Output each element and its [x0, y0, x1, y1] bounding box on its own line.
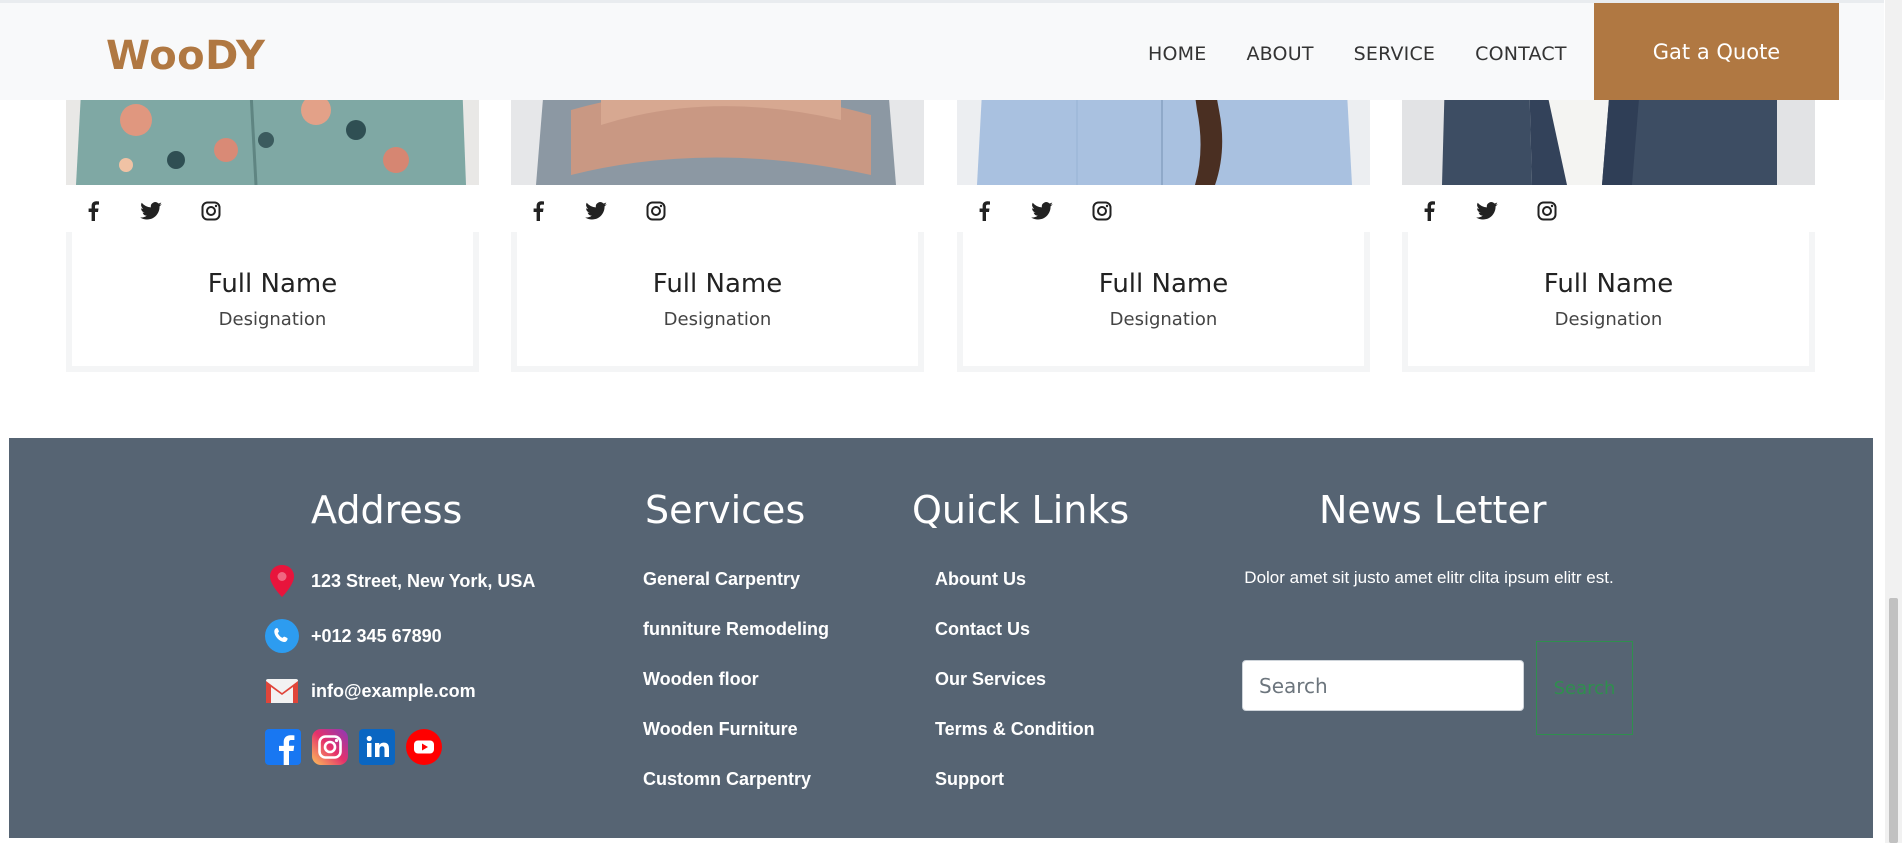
service-link-general-carpentry[interactable]: General Carpentry	[643, 569, 800, 590]
instagram-icon[interactable]	[645, 200, 667, 222]
address-street-row: 123 Street, New York, USA	[265, 564, 535, 598]
facebook-icon[interactable]	[265, 729, 301, 765]
twitter-icon[interactable]	[585, 200, 607, 222]
member-name: Full Name	[1098, 269, 1229, 299]
team-socials	[511, 196, 667, 226]
team-card-info: Full Name Designation	[511, 232, 924, 372]
team-socials	[1402, 196, 1558, 226]
location-pin-icon	[265, 564, 299, 598]
services-title: Services	[645, 488, 806, 532]
nav-home[interactable]: HOME	[1148, 43, 1206, 65]
quick-link-our-services[interactable]: Our Services	[935, 669, 1046, 690]
team-socials	[66, 196, 222, 226]
twitter-icon[interactable]	[1476, 200, 1498, 222]
nav-about[interactable]: ABOUT	[1246, 43, 1313, 65]
facebook-icon[interactable]	[527, 200, 549, 222]
member-designation: Designation	[1554, 309, 1663, 330]
quick-links-title: Quick Links	[912, 488, 1130, 532]
site-logo[interactable]: WooDY	[106, 33, 265, 79]
linkedin-icon[interactable]	[359, 729, 395, 765]
page-scrollbar[interactable]	[1885, 0, 1902, 843]
phone-icon	[265, 619, 299, 653]
member-name: Full Name	[652, 269, 783, 299]
member-designation: Designation	[1109, 309, 1218, 330]
newsletter-text: Dolor amet sit justo amet elitr clita ip…	[1244, 568, 1614, 587]
nav-contact[interactable]: CONTACT	[1475, 43, 1567, 65]
team-card-info: Full Name Designation	[66, 232, 479, 372]
address-title: Address	[311, 488, 463, 532]
member-designation: Designation	[218, 309, 327, 330]
team-card-info: Full Name Designation	[1402, 232, 1815, 372]
address-phone: +012 345 67890	[311, 625, 442, 646]
facebook-icon[interactable]	[973, 200, 995, 222]
youtube-icon[interactable]	[406, 729, 442, 765]
quick-link-about-us[interactable]: Abount Us	[935, 569, 1026, 590]
member-designation: Designation	[663, 309, 772, 330]
facebook-icon[interactable]	[82, 200, 104, 222]
member-name: Full Name	[207, 269, 338, 299]
twitter-icon[interactable]	[1031, 200, 1053, 222]
twitter-icon[interactable]	[140, 200, 162, 222]
quick-link-terms[interactable]: Terms & Condition	[935, 719, 1095, 740]
email-icon	[265, 674, 299, 708]
address-email: info@example.com	[311, 680, 476, 701]
quick-link-contact-us[interactable]: Contact Us	[935, 619, 1030, 640]
address-email-row: info@example.com	[265, 674, 476, 708]
newsletter-search-button[interactable]: Search	[1536, 641, 1633, 735]
footer-social-row	[265, 729, 453, 765]
team-socials	[957, 196, 1113, 226]
instagram-icon[interactable]	[1536, 200, 1558, 222]
nav-service[interactable]: SERVICE	[1354, 43, 1436, 65]
facebook-icon[interactable]	[1418, 200, 1440, 222]
service-link-furniture-remodeling[interactable]: funniture Remodeling	[643, 619, 829, 640]
instagram-icon[interactable]	[200, 200, 222, 222]
newsletter-search-input[interactable]	[1242, 660, 1524, 711]
service-link-custom-carpentry[interactable]: Customn Carpentry	[643, 769, 811, 790]
site-footer: Address 123 Street, New York, USA +012 3…	[9, 438, 1873, 838]
site-header: WooDY HOME ABOUT SERVICE CONTACT Gat a Q…	[0, 0, 1884, 100]
service-link-wooden-floor[interactable]: Wooden floor	[643, 669, 759, 690]
scrollbar-thumb[interactable]	[1889, 598, 1898, 843]
instagram-icon[interactable]	[312, 729, 348, 765]
member-name: Full Name	[1543, 269, 1674, 299]
address-street: 123 Street, New York, USA	[311, 570, 536, 591]
newsletter-title: News Letter	[1319, 488, 1547, 532]
quick-link-support[interactable]: Support	[935, 769, 1004, 790]
main-nav: HOME ABOUT SERVICE CONTACT	[1148, 43, 1607, 65]
instagram-icon[interactable]	[1091, 200, 1113, 222]
service-link-wooden-furniture[interactable]: Wooden Furniture	[643, 719, 798, 740]
get-quote-button[interactable]: Gat a Quote	[1594, 3, 1839, 100]
address-phone-row: +012 345 67890	[265, 619, 442, 653]
team-card-info: Full Name Designation	[957, 232, 1370, 372]
